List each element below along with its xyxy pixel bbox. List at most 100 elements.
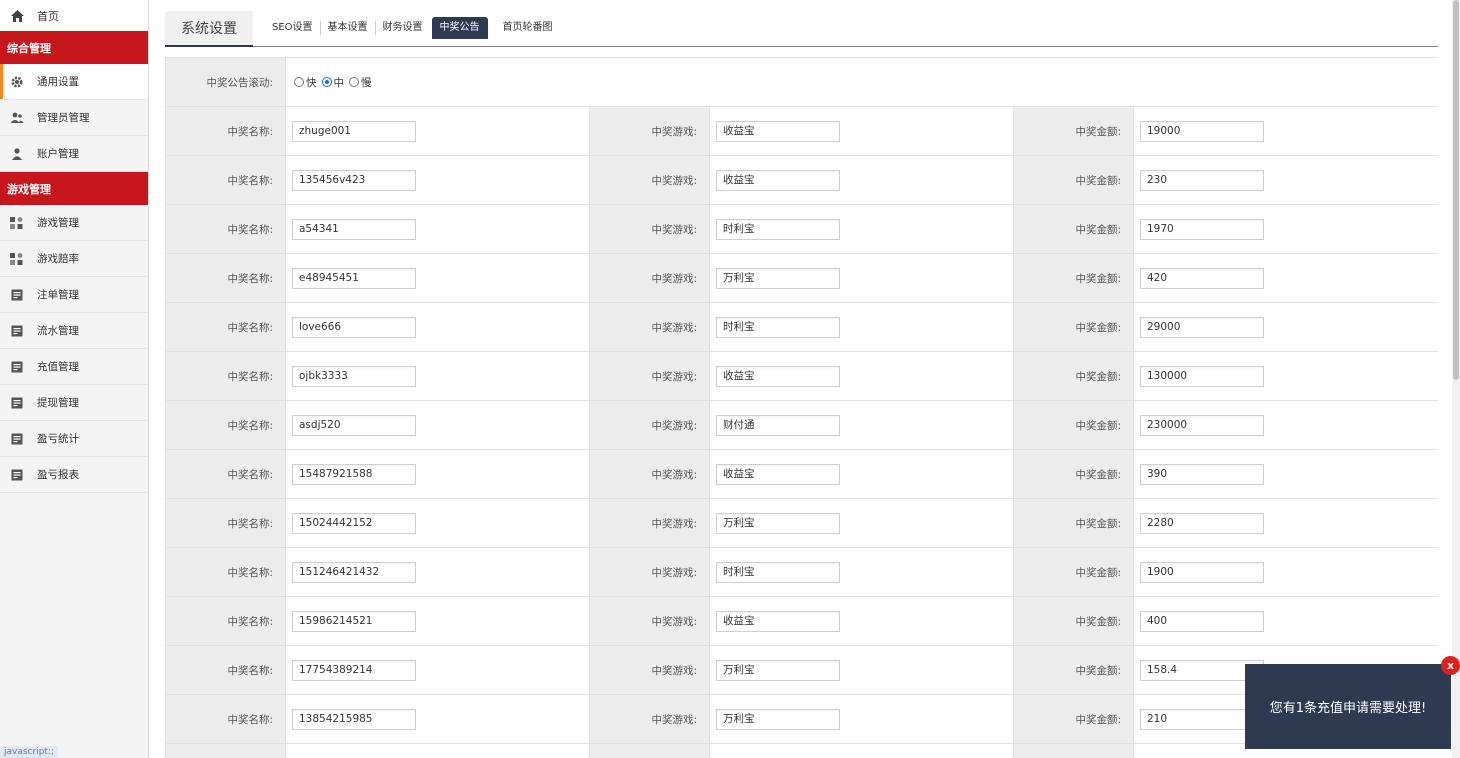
file-icon — [9, 467, 24, 482]
page-scrollbar[interactable] — [1452, 0, 1460, 758]
file-icon — [9, 359, 24, 374]
winner-game-input[interactable]: 时利宝 — [716, 561, 840, 583]
winner-game-label: 中奖游戏: — [589, 400, 710, 450]
winner-amount-input[interactable]: 29000 — [1140, 316, 1264, 338]
winner-game-input[interactable]: 收益宝 — [716, 169, 840, 191]
table-row: 中奖名称: 135456v423 中奖游戏: 收益宝 中奖金额: 230 — [165, 155, 1438, 205]
winner-game-input[interactable]: 万利宝 — [716, 267, 840, 289]
main-content: 系统设置 SEO设置 基本设置 财务设置 中奖公告 首页轮番图 中奖公告滚动: 快中慢 … — [165, 0, 1438, 758]
scroll-speed-radio[interactable] — [294, 77, 304, 87]
tab-4[interactable]: 首页轮番图 — [496, 21, 560, 35]
sidebar-section-header[interactable]: 综合管理 — [0, 31, 148, 64]
winner-game-label: 中奖游戏: — [589, 694, 710, 744]
winner-name-input[interactable]: ojbk3333 — [292, 365, 416, 387]
winner-amount-input[interactable]: 1970 — [1140, 218, 1264, 240]
winner-amount-input[interactable]: 130000 — [1140, 365, 1264, 387]
winner-name-label: 中奖名称: — [165, 155, 286, 205]
sidebar-item[interactable]: 游戏赔率 — [0, 241, 148, 277]
winner-name-input[interactable]: e48945451 — [292, 267, 416, 289]
settings-tabs: SEO设置 基本设置 财务设置 中奖公告 首页轮番图 — [265, 10, 560, 46]
scrollbar-thumb[interactable] — [1453, 0, 1459, 380]
sidebar-item-label: 游戏赔率 — [37, 253, 79, 265]
winner-game-input[interactable]: 收益宝 — [716, 120, 840, 142]
sidebar-item-label: 通用设置 — [37, 76, 79, 88]
winner-name-input[interactable]: 15986214521 — [292, 610, 416, 632]
sidebar-item-label: 充值管理 — [37, 361, 79, 373]
winner-game-input[interactable]: 收益宝 — [716, 463, 840, 485]
winner-amount-input[interactable]: 230 — [1140, 169, 1264, 191]
winner-name-label: 中奖名称: — [165, 351, 286, 401]
tab-1[interactable]: 基本设置 — [321, 21, 376, 35]
scroll-speed-radio[interactable] — [321, 77, 332, 87]
sidebar-item[interactable]: 账户管理 — [0, 136, 148, 172]
winner-name-input[interactable]: a54341 — [292, 218, 416, 240]
notification-toast[interactable]: 您有1条充值申请需要处理! — [1245, 664, 1451, 749]
winner-amount-label: 中奖金额: — [1013, 204, 1134, 254]
sidebar-item[interactable]: 提现管理 — [0, 385, 148, 421]
winner-name-label: 中奖名称: — [165, 694, 286, 744]
table-row: 中奖名称: asdj520 中奖游戏: 财付通 中奖金额: 230000 — [165, 400, 1438, 450]
sidebar-item-label: 提现管理 — [37, 397, 79, 409]
winner-amount-label: 中奖金额: — [1013, 743, 1134, 758]
winner-amount-input[interactable]: 390 — [1140, 463, 1264, 485]
winner-game-input[interactable]: 时利宝 — [716, 316, 840, 338]
file-icon — [9, 395, 24, 410]
sidebar-item[interactable]: 盈亏报表 — [0, 457, 148, 493]
winner-name-input[interactable]: zhuge001 — [292, 120, 416, 142]
winner-name-input[interactable]: 17754389214 — [292, 659, 416, 681]
winner-amount-input[interactable]: 420 — [1140, 267, 1264, 289]
winner-game-label: 中奖游戏: — [589, 645, 710, 695]
winner-name-label: 中奖名称: — [165, 400, 286, 450]
winner-name-input[interactable]: 135456v423 — [292, 169, 416, 191]
winner-name-input[interactable]: 151246421432 — [292, 561, 416, 583]
scroll-speed-option-label: 中 — [333, 76, 345, 89]
winner-game-input[interactable]: 万利宝 — [716, 659, 840, 681]
winner-amount-input[interactable]: 400 — [1140, 610, 1264, 632]
winner-game-label: 中奖游戏: — [589, 106, 710, 156]
file-icon — [9, 323, 24, 338]
winner-name-input[interactable]: love666 — [292, 316, 416, 338]
scroll-speed-radio[interactable] — [349, 77, 359, 87]
tab-3[interactable]: 中奖公告 — [431, 17, 488, 39]
sidebar-item-label: 管理员管理 — [37, 112, 90, 124]
sidebar-item[interactable]: 充值管理 — [0, 349, 148, 385]
winner-name-label: 中奖名称: — [165, 302, 286, 352]
sidebar-item[interactable]: 管理员管理 — [0, 100, 148, 136]
sidebar-section-header[interactable]: 游戏管理 — [0, 172, 148, 205]
tab-0[interactable]: SEO设置 — [265, 21, 321, 35]
winner-game-input[interactable]: 收益宝 — [716, 365, 840, 387]
winner-name-input[interactable]: 15024442152 — [292, 512, 416, 534]
sidebar-item[interactable]: 注单管理 — [0, 277, 148, 313]
tab-2[interactable]: 财务设置 — [376, 21, 430, 35]
winner-game-label: 中奖游戏: — [589, 204, 710, 254]
winner-amount-input[interactable]: 2280 — [1140, 512, 1264, 534]
toast-close-button[interactable]: x — [1441, 656, 1460, 675]
winner-amount-label: 中奖金额: — [1013, 547, 1134, 597]
winners-table: 中奖公告滚动: 快中慢 中奖名称: zhuge001 中奖游戏: 收益宝 中奖金额: 19… — [165, 57, 1438, 758]
winner-amount-input[interactable]: 230000 — [1140, 414, 1264, 436]
winner-amount-input[interactable]: 1900 — [1140, 561, 1264, 583]
winner-game-label: 中奖游戏: — [589, 302, 710, 352]
sidebar-item[interactable]: 盈亏统计 — [0, 421, 148, 457]
sidebar-item-label: 流水管理 — [37, 325, 79, 337]
grid-icon — [9, 215, 24, 230]
sidebar-item[interactable]: 通用设置 — [0, 64, 148, 100]
winner-game-input[interactable]: 时利宝 — [716, 218, 840, 240]
sidebar-item-home[interactable]: 首页 — [0, 0, 148, 31]
sidebar-item[interactable]: 游戏管理 — [0, 205, 148, 241]
winner-name-input[interactable]: 13854215985 — [292, 708, 416, 730]
winner-name-input[interactable]: 15487921588 — [292, 463, 416, 485]
winner-game-input[interactable]: 万利宝 — [716, 512, 840, 534]
sidebar-item[interactable]: 流水管理 — [0, 313, 148, 349]
winner-game-input[interactable]: 财付通 — [716, 414, 840, 436]
status-link-text: javascript:; — [0, 746, 59, 758]
sidebar: 首页 综合管理 通用设置 管理员管理 账户管理 游戏管理 游戏管理 游戏赔率 注单管理 流水管理… — [0, 0, 149, 758]
winner-name-label: 中奖名称: — [165, 253, 286, 303]
winner-game-input[interactable]: 收益宝 — [716, 610, 840, 632]
winner-game-input[interactable]: 万利宝 — [716, 708, 840, 730]
winner-name-label: 中奖名称: — [165, 498, 286, 548]
winner-name-input[interactable]: asdj520 — [292, 414, 416, 436]
grid-icon — [9, 251, 24, 266]
winner-amount-input[interactable]: 19000 — [1140, 120, 1264, 142]
table-row: 中奖名称: 15986214521 中奖游戏: 收益宝 中奖金额: 400 — [165, 596, 1438, 646]
